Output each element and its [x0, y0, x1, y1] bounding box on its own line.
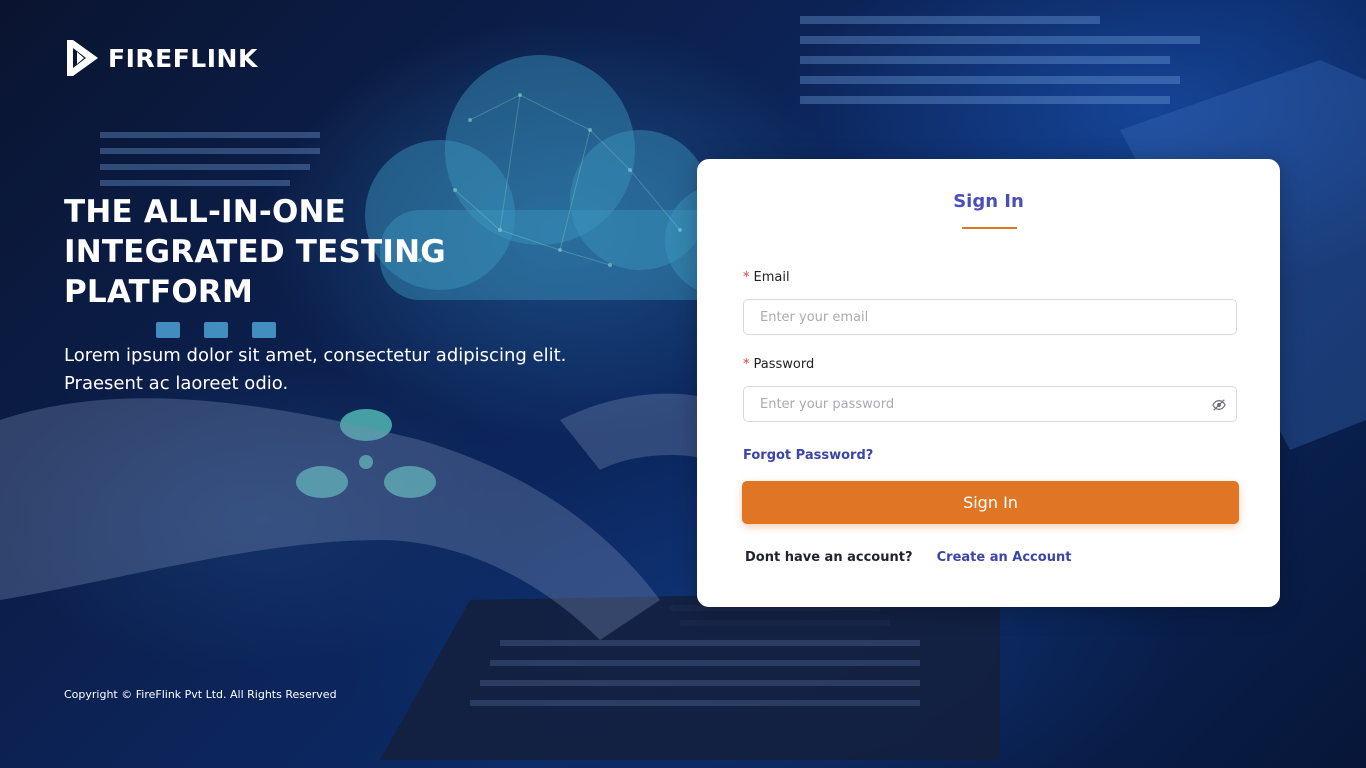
- signup-row: Dont have an account? Create an Account: [745, 550, 1071, 565]
- brand-logo[interactable]: FIREFLINK: [64, 38, 258, 78]
- password-input[interactable]: [744, 387, 1200, 421]
- hero-subtitle: Lorem ipsum dolor sit amet, consectetur …: [64, 345, 567, 394]
- signin-button[interactable]: Sign In: [742, 481, 1239, 524]
- copyright-text: Copyright © FireFlink Pvt Ltd. All Right…: [64, 688, 337, 701]
- monitor-icons: [156, 322, 276, 338]
- login-page: FIREFLINK THE ALL-IN-ONE INTEGRATED TEST…: [0, 0, 1366, 768]
- laptop-keyboard: [380, 590, 1000, 760]
- hands-silhouette: [0, 393, 760, 640]
- signin-card: Sign In *Email *Password Forgot Password…: [697, 159, 1280, 607]
- email-required-mark: *: [743, 270, 750, 285]
- email-label: * Email: [743, 270, 790, 285]
- signup-prompt: Dont have an account?: [745, 550, 913, 565]
- password-field-container: [743, 386, 1237, 422]
- brand-name: FIREFLINK: [108, 43, 258, 73]
- email-label-text: Email: [753, 270, 790, 285]
- create-account-link[interactable]: Create an Account: [937, 550, 1072, 565]
- email-input[interactable]: [744, 300, 1200, 334]
- signin-title: Sign In: [953, 191, 1024, 212]
- hero-title: THE ALL-IN-ONE INTEGRATED TESTING PLATFO…: [64, 194, 446, 310]
- signin-title-underline: [962, 227, 1017, 229]
- password-label: * Password: [743, 357, 814, 372]
- eye-slash-icon[interactable]: [1212, 398, 1226, 412]
- forgot-password-link[interactable]: Forgot Password?: [743, 448, 873, 463]
- fireflink-logo-icon: [67, 40, 98, 76]
- email-field-container: [743, 299, 1237, 335]
- password-required-mark: *: [743, 357, 750, 372]
- password-label-text: Password: [753, 357, 815, 372]
